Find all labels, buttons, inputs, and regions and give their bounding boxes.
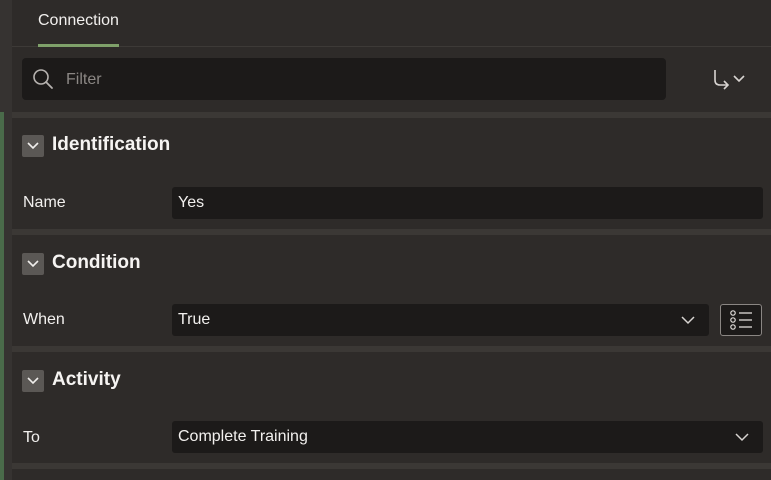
divider [12, 229, 771, 235]
tab-bar: Connection [12, 0, 771, 47]
to-value: Complete Training [178, 428, 308, 445]
chevron-down-icon [27, 377, 39, 385]
tab-connection[interactable]: Connection [38, 0, 119, 47]
left-rail [0, 0, 12, 480]
to-label: To [23, 429, 40, 446]
chevron-down-icon [27, 260, 39, 268]
filter-box[interactable] [22, 58, 666, 102]
name-value: Yes [178, 194, 205, 211]
chevron-down-icon [27, 142, 39, 150]
divider [12, 112, 771, 118]
return-arrow-icon [702, 70, 748, 96]
collapse-toggle[interactable] [22, 253, 44, 275]
tab-connection-label: Connection [38, 12, 119, 29]
section-title: Condition [52, 252, 141, 273]
when-select[interactable]: True [172, 304, 709, 336]
go-to-group-menu[interactable] [702, 66, 748, 92]
section-title: Identification [52, 134, 171, 155]
name-field[interactable]: Yes [172, 187, 763, 219]
collapse-toggle[interactable] [22, 370, 44, 392]
list-icon [730, 310, 752, 330]
filter-row [22, 58, 771, 102]
section-title: Activity [52, 369, 121, 390]
when-label: When [23, 311, 65, 328]
active-tab-indicator [38, 44, 119, 47]
to-select[interactable]: Complete Training [172, 421, 763, 453]
chevron-down-icon [733, 75, 745, 83]
filter-input[interactable] [64, 58, 648, 102]
search-icon [32, 68, 54, 90]
name-label: Name [23, 194, 66, 211]
chevron-down-icon [681, 316, 695, 325]
divider [12, 463, 771, 469]
divider [12, 346, 771, 352]
rail-accent [0, 112, 4, 480]
chevron-down-icon [735, 433, 749, 442]
when-value: True [178, 311, 211, 328]
property-panel: Connection Identification [12, 0, 771, 480]
collapse-toggle[interactable] [22, 135, 44, 157]
list-of-values-button[interactable] [720, 304, 762, 336]
